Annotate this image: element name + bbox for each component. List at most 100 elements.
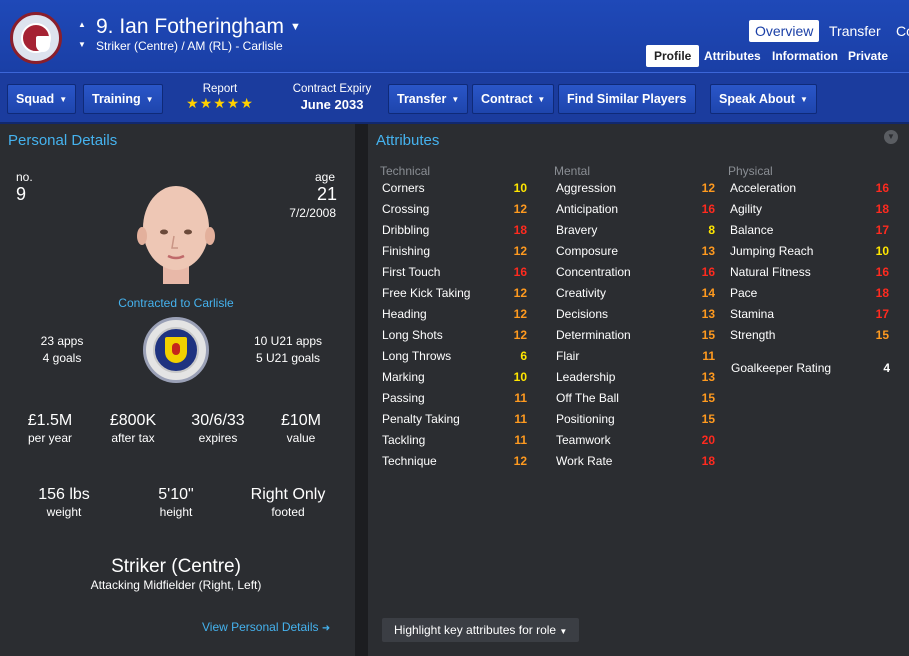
attribute-technical-value: 6 <box>520 349 527 363</box>
u21-caps: 10 U21 apps <box>253 334 323 348</box>
secondary-positions: Attacking Midfielder (Right, Left) <box>90 578 262 592</box>
attribute-mental-value: 20 <box>701 433 715 447</box>
contract-expiry-value: June 2033 <box>300 97 364 112</box>
attribute-technical-label: Long Shots <box>382 328 443 342</box>
attribute-mental-value: 16 <box>701 202 715 216</box>
wage-label: per year <box>27 431 73 445</box>
previous-player-icon[interactable]: ▲ <box>78 20 86 29</box>
attribute-physical-label: Jumping Reach <box>730 244 814 258</box>
attribute-physical-label: Acceleration <box>730 181 797 195</box>
contract-button[interactable]: Contract ▼ <box>472 84 555 114</box>
attributes-title: Attributes <box>376 132 440 149</box>
chevron-down-icon[interactable]: ▼ <box>290 21 301 33</box>
attribute-mental-label: Composure <box>556 244 619 258</box>
attribute-technical-label: Passing <box>382 391 425 405</box>
attribute-physical-label: Strength <box>730 328 776 342</box>
club-crest[interactable] <box>10 12 62 64</box>
international-goals: 4 goals <box>42 351 82 365</box>
attribute-technical-value: 16 <box>513 265 527 279</box>
attribute-mental-value: 18 <box>701 454 715 468</box>
view-personal-details-link[interactable]: View Personal Details ➜ <box>202 620 330 634</box>
transfer-value-label: value <box>286 431 316 445</box>
attribute-technical-value: 11 <box>514 433 527 447</box>
height-value: 5'10" <box>158 486 194 503</box>
caps: 23 apps <box>40 334 84 348</box>
weight-label: weight <box>46 505 82 519</box>
attribute-physical-label: Agility <box>730 202 763 216</box>
find-similar-players-button[interactable]: Find Similar Players <box>558 84 696 114</box>
attribute-mental-value: 12 <box>701 181 715 195</box>
attribute-mental-label: Teamwork <box>556 433 611 447</box>
player-positions-club: Striker (Centre) / AM (RL) - Carlisle <box>96 39 283 53</box>
report-info[interactable]: Report ★★★★★ <box>184 83 256 112</box>
attribute-physical-value: 10 <box>875 244 889 258</box>
attribute-technical-value: 11 <box>514 391 527 405</box>
attribute-technical-value: 10 <box>513 370 527 384</box>
contract-status-link[interactable]: Contracted to Carlisle <box>90 296 262 310</box>
attribute-technical-label: Dribbling <box>382 223 430 237</box>
goalkeeper-rating-value: 4 <box>883 361 890 375</box>
attribute-mental-value: 8 <box>708 223 715 237</box>
attribute-physical-value: 18 <box>875 202 889 216</box>
tab-overview[interactable]: Overview <box>749 20 820 42</box>
u21-goals: 5 U21 goals <box>255 351 321 365</box>
attribute-technical-label: Crossing <box>382 202 430 216</box>
number-value: 9 <box>16 184 27 204</box>
attribute-technical-label: Finishing <box>382 244 431 258</box>
chevron-down-icon: ▼ <box>559 627 568 636</box>
attribute-technical-value: 12 <box>513 328 527 342</box>
attribute-mental-label: Creativity <box>556 286 607 300</box>
age-label: age <box>314 170 335 184</box>
transfer-button[interactable]: Transfer ▼ <box>388 84 469 114</box>
attribute-mental-label: Decisions <box>556 307 609 321</box>
player-name[interactable]: 9. Ian Fotheringham ▼ <box>96 15 301 39</box>
attribute-physical-value: 18 <box>875 286 889 300</box>
national-team-badge[interactable] <box>143 317 209 383</box>
attribute-physical-value: 16 <box>875 181 889 195</box>
attribute-mental-value: 15 <box>701 412 715 426</box>
subtab-profile[interactable]: Profile <box>646 45 700 67</box>
attribute-mental-value: 14 <box>701 286 715 300</box>
attribute-physical-value: 17 <box>875 223 889 237</box>
subtab-information[interactable]: Information <box>764 45 846 67</box>
technical-header: Technical <box>380 164 431 178</box>
next-player-icon[interactable]: ▼ <box>78 40 86 49</box>
training-button[interactable]: Training ▼ <box>83 84 163 114</box>
weight-value: 156 lbs <box>38 486 90 503</box>
highlight-key-attributes-button[interactable]: Highlight key attributes for role ▼ <box>382 618 580 642</box>
subtab-private-chat[interactable]: Private Chat <box>840 45 909 85</box>
attribute-technical-label: Penalty Taking <box>382 412 460 426</box>
contract-expiry-label: Contract Expiry <box>292 83 372 95</box>
attribute-technical-label: Technique <box>382 454 437 468</box>
collapse-panel-icon[interactable]: ▼ <box>884 130 898 144</box>
subtab-attributes[interactable]: Attributes <box>696 45 769 67</box>
tab-contract[interactable]: Co <box>890 20 909 42</box>
personal-details-panel: Personal Details no. 9 age 21 7/2/2008 C… <box>0 124 355 650</box>
attribute-mental-value: 11 <box>702 349 715 363</box>
speak-about-button[interactable]: Speak About ▼ <box>710 84 817 114</box>
report-label: Report <box>202 83 238 95</box>
attribute-technical-value: 11 <box>514 412 527 426</box>
attribute-technical-value: 12 <box>513 202 527 216</box>
physical-header: Physical <box>728 164 773 178</box>
attribute-technical-label: Tackling <box>382 433 426 447</box>
attribute-mental-label: Off The Ball <box>556 391 619 405</box>
attribute-technical-value: 12 <box>513 244 527 258</box>
footedness-label: footed <box>271 505 305 519</box>
attribute-technical-label: Heading <box>382 307 427 321</box>
attribute-mental-value: 15 <box>701 328 715 342</box>
date-of-birth: 7/2/2008 <box>289 206 336 220</box>
squad-button[interactable]: Squad ▼ <box>7 84 77 114</box>
attribute-mental-label: Anticipation <box>556 202 619 216</box>
attribute-physical-label: Balance <box>730 223 774 237</box>
attributes-panel: Attributes ▼ Technical Mental Physical C… <box>368 124 909 650</box>
attribute-mental-label: Work Rate <box>556 454 613 468</box>
attribute-physical-label: Natural Fitness <box>730 265 811 279</box>
transfer-value: £10M <box>280 412 322 429</box>
tab-transfer[interactable]: Transfer <box>823 20 887 42</box>
after-tax-label: after tax <box>111 431 155 445</box>
attribute-physical-value: 16 <box>875 265 889 279</box>
attribute-technical-value: 12 <box>513 454 527 468</box>
goalkeeper-rating-label: Goalkeeper Rating <box>731 361 832 375</box>
attribute-mental-label: Positioning <box>556 412 615 426</box>
